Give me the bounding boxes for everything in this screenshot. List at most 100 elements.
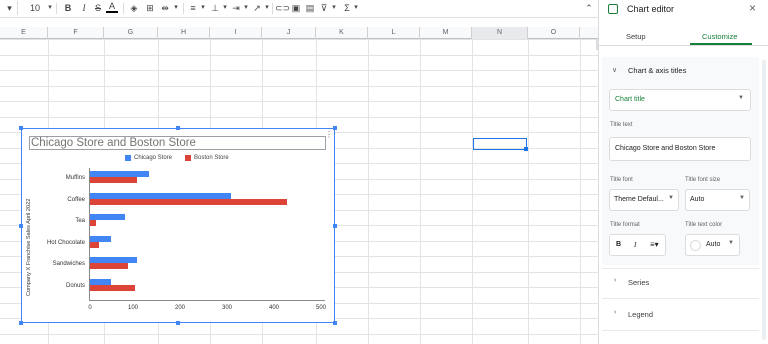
valign-dropdown-icon[interactable]: ▾ [221,1,229,15]
grid-column-line [528,39,529,344]
merge-dropdown-icon[interactable]: ▾ [172,1,180,15]
title-font-select[interactable]: Theme Defaul... ▼ [609,189,679,211]
wrap-dropdown-icon[interactable]: ▾ [242,1,250,15]
tab-customize[interactable]: Customize [702,32,737,41]
title-font-size-label: Title font size [685,177,721,183]
category-label: Hot Chocolate [46,239,85,246]
panel-drag-handle[interactable] [596,40,599,50]
column-header[interactable]: O [528,27,580,39]
bar-boston[interactable] [90,177,137,183]
format-italic-button[interactable]: I [634,241,636,249]
bar-boston[interactable] [90,263,128,269]
close-icon[interactable]: × [749,1,756,15]
insert-link-icon[interactable]: ⊂⊃ [275,1,290,15]
section-divider [602,268,759,269]
column-header[interactable]: N [472,27,528,39]
insert-chart-icon[interactable]: ▤ [304,1,316,15]
bar-boston[interactable] [90,284,135,291]
grid-row-line [0,39,598,40]
resize-handle[interactable] [333,224,337,228]
insert-comment-icon[interactable]: ▣ [290,1,302,15]
title-text-input[interactable]: Chicago Store and Boston Store [609,137,751,161]
resize-handle[interactable] [333,321,337,325]
section-series[interactable]: Series [628,278,649,287]
sidebar-scrollbar[interactable] [762,60,766,340]
column-header[interactable]: F [48,27,104,39]
collapse-toolbar-icon[interactable]: ⌃ [584,1,594,15]
column-header[interactable]: J [262,27,316,39]
title-text-color-label: Title text color [685,222,723,228]
section-legend[interactable]: Legend [628,310,653,319]
bar-boston[interactable] [90,198,288,205]
x-tick-label: 200 [174,305,185,311]
resize-handle[interactable] [19,321,23,325]
align-menu-icon[interactable]: ≡▾ [650,240,659,249]
dropdown-arrow-icon: ▼ [739,195,745,201]
filter-dropdown-icon[interactable]: ▾ [330,1,338,15]
halign-dropdown-icon[interactable]: ▾ [199,1,207,15]
title-text-label: Title text [610,122,633,128]
title-format-group: B I ≡▾ [609,234,666,256]
fill-color-icon[interactable]: ◈ [128,1,140,15]
text-rotation-icon[interactable]: ↗ [251,1,263,15]
column-header[interactable]: L [368,27,420,39]
toolbar-divider [56,3,57,14]
vertical-align-icon[interactable]: ⊥ [209,1,221,15]
functions-dropdown-icon[interactable]: ▾ [352,1,360,15]
grid-row-line [0,85,598,87]
title-text-color-select[interactable]: Auto ▼ [685,234,740,256]
resize-handle[interactable] [19,224,23,228]
horizontal-align-icon[interactable]: ≡ [187,1,199,15]
column-header[interactable]: M [420,27,472,39]
bar-boston[interactable] [90,220,96,226]
column-header[interactable]: I [210,27,262,39]
title-text-value: Chicago Store and Boston Store [615,145,716,152]
rotation-dropdown-icon[interactable]: ▾ [263,1,271,15]
dropdown-arrow-icon: ▼ [738,95,744,101]
title-font-label: Title font [610,177,633,183]
column-header[interactable]: G [104,27,158,39]
category-label: Tea [75,218,85,224]
title-font-size-select[interactable]: Auto ▼ [685,189,750,211]
text-color-button[interactable]: A [106,1,118,13]
section-chart-axis-titles[interactable]: Chart & axis titles [628,66,686,75]
legend-swatch-boston [185,155,191,161]
chart-object[interactable] [21,128,335,323]
chart-menu-icon[interactable]: ⋮ [325,130,333,139]
x-axis-line [89,300,325,301]
functions-button[interactable]: Σ [342,1,352,15]
borders-icon[interactable]: ⊞ [144,1,156,15]
chart-editor-icon [608,4,618,14]
tab-setup[interactable]: Setup [626,32,646,41]
filter-icon[interactable]: ⊽ [318,1,330,15]
font-size-input[interactable]: 10 [24,1,46,15]
grid-column-line [368,39,369,344]
title-type-select[interactable]: Chart title ▼ [609,89,751,111]
chart-editor-title: Chart editor [627,4,675,14]
bold-button[interactable]: B [62,1,74,15]
chevron-right-icon[interactable]: › [614,277,616,284]
resize-handle[interactable] [19,126,23,130]
resize-handle[interactable] [333,126,337,130]
chevron-down-icon[interactable]: ∨ [612,66,617,74]
format-bold-button[interactable]: B [616,241,621,248]
resize-handle[interactable] [176,126,180,130]
grid-column-line [420,39,421,344]
text-wrap-icon[interactable]: ⇥ [230,1,242,15]
resize-handle[interactable] [176,321,180,325]
title-font-size-value: Auto [690,196,705,203]
italic-button[interactable]: I [78,1,90,15]
strikethrough-button[interactable]: S [92,1,104,15]
x-tick-label: 500 [315,305,326,311]
chart-title[interactable]: Chicago Store and Boston Store [29,136,326,150]
font-size-dropdown-icon[interactable]: ▾ [46,1,54,15]
grid-column-line [580,39,581,344]
column-header[interactable]: H [158,27,210,39]
selected-cell[interactable] [473,138,527,150]
font-menu-tail[interactable]: ▾ [2,1,18,15]
merge-cells-icon[interactable]: ⇹ [158,1,172,15]
chevron-right-icon[interactable]: › [614,309,616,316]
column-header[interactable]: E [0,27,48,39]
bar-boston[interactable] [90,241,100,248]
column-header[interactable]: K [316,27,368,39]
